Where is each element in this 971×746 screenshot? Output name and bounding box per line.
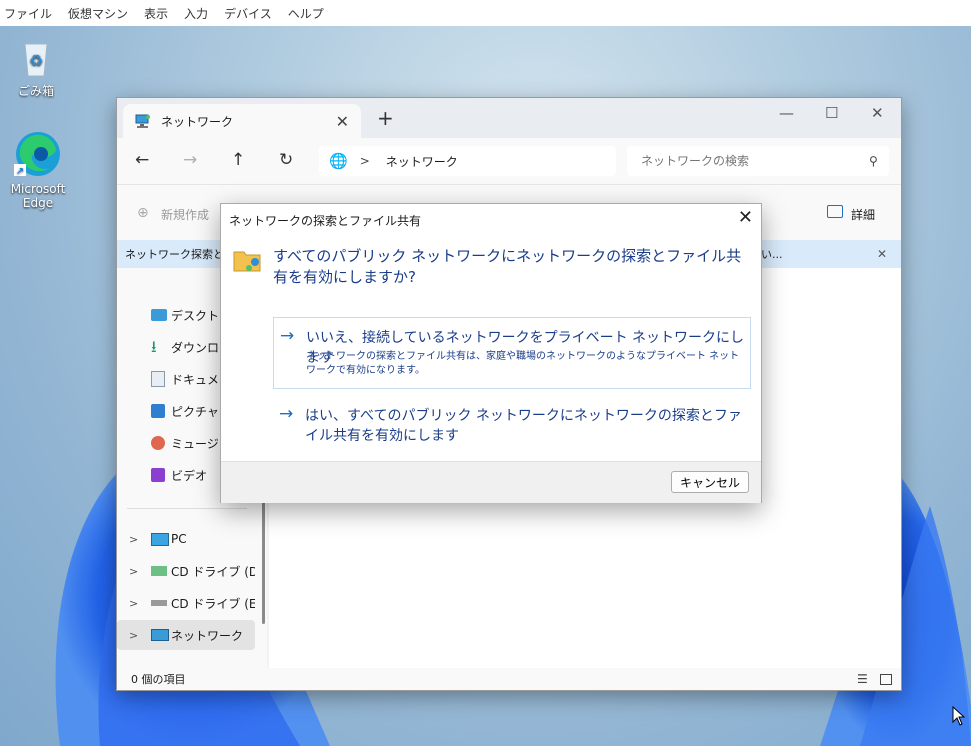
- explorer-titlebar: ネットワーク ✕ + — ☐ ✕: [117, 98, 901, 138]
- explorer-navbar: ← → ↑ ↻ 🌐 > ネットワーク ⚲: [117, 138, 901, 184]
- refresh-button[interactable]: ↻: [279, 150, 293, 170]
- sidebar-item-cd-drive-e[interactable]: > CD ドライブ (E:) 20: [117, 588, 255, 618]
- edge-label: Microsoft Edge: [10, 182, 66, 210]
- network-discovery-dialog: ネットワークの探索とファイル共有 ✕ すべてのパブリック ネットワークにネットワ…: [220, 203, 762, 503]
- svg-text:↗: ↗: [16, 166, 24, 177]
- address-location[interactable]: ネットワーク: [386, 153, 458, 170]
- sidebar-item-label: CD ドライブ (E:) 20: [171, 596, 255, 611]
- sidebar-item-network[interactable]: > ネットワーク: [117, 620, 255, 650]
- address-separator: >: [359, 154, 370, 168]
- network-icon: [135, 113, 151, 129]
- dialog-footer: キャンセル: [221, 461, 761, 503]
- option-private-description: ネットワークの探索とファイル共有は、家庭や職場のネットワークのようなプライベート…: [306, 351, 740, 376]
- globe-icon: 🌐: [329, 152, 348, 170]
- up-button[interactable]: ↑: [231, 150, 245, 170]
- recycle-bin-label: ごみ箱: [17, 84, 54, 98]
- cd-drive-icon: [151, 566, 167, 576]
- desktop-icon-edge[interactable]: ↗ Microsoft Edge: [0, 130, 80, 210]
- option-enable-public[interactable]: → はい、すべてのパブリック ネットワークにネットワークの探索とファイル共有を有…: [273, 396, 749, 452]
- menu-devices[interactable]: デバイス: [216, 5, 280, 22]
- chevron-right-icon: >: [129, 628, 139, 642]
- option-private-network[interactable]: → いいえ、接続しているネットワークをプライベート ネットワークにします ネット…: [273, 317, 751, 389]
- tab-network[interactable]: ネットワーク ✕: [123, 104, 361, 138]
- search-icon: ⚲: [869, 154, 878, 168]
- cancel-button[interactable]: キャンセル: [671, 471, 749, 493]
- tile-view-icon[interactable]: [880, 673, 892, 685]
- pc-icon: [151, 533, 169, 546]
- tab-close-icon[interactable]: ✕: [336, 112, 349, 131]
- recycle-bin-icon: ♻: [19, 38, 53, 78]
- tab-label: ネットワーク: [161, 114, 234, 129]
- svg-text:♻: ♻: [29, 51, 43, 70]
- menu-file[interactable]: ファイル: [0, 5, 60, 22]
- infobar-text-tail: い...: [761, 248, 783, 261]
- search-input[interactable]: [639, 153, 853, 169]
- infobar-text[interactable]: ネットワーク探索とフ: [125, 246, 235, 262]
- infobar-close-icon[interactable]: ✕: [877, 247, 887, 261]
- minimize-button[interactable]: —: [779, 104, 794, 122]
- details-pane-icon: [827, 205, 843, 218]
- sidebar-divider: [127, 508, 247, 509]
- status-bar: 0 個の項目 ☰: [117, 668, 901, 690]
- new-tab-button[interactable]: +: [377, 106, 394, 130]
- pictures-icon: [151, 404, 165, 418]
- item-count: 0 個の項目: [131, 673, 186, 686]
- option-public-heading: はい、すべてのパブリック ネットワークにネットワークの探索とファイル共有を有効に…: [305, 408, 742, 444]
- menu-view[interactable]: 表示: [136, 5, 176, 22]
- arrow-right-icon: →: [279, 404, 294, 424]
- video-icon: [151, 468, 165, 482]
- chevron-right-icon: >: [129, 596, 139, 610]
- music-icon: [151, 436, 165, 450]
- desktop-folder-icon: [151, 309, 167, 321]
- desktop-icon-recycle-bin[interactable]: ♻ ごみ箱: [0, 38, 78, 99]
- vm-menubar: ファイル 仮想マシン 表示 入力 デバイス ヘルプ: [0, 0, 971, 26]
- menu-input[interactable]: 入力: [176, 5, 216, 22]
- search-box[interactable]: ⚲: [627, 146, 889, 176]
- menu-help[interactable]: ヘルプ: [280, 5, 332, 22]
- network-icon: [151, 629, 169, 641]
- forward-button[interactable]: →: [183, 150, 197, 170]
- document-icon: [151, 371, 165, 387]
- maximize-button[interactable]: ☐: [825, 104, 838, 122]
- dialog-question: すべてのパブリック ネットワークにネットワークの探索とファイル共有を有効にします…: [273, 247, 742, 286]
- dialog-close-icon[interactable]: ✕: [738, 207, 753, 228]
- sidebar-item-cd-drive-d[interactable]: > CD ドライブ (D:) C: [117, 556, 255, 586]
- list-view-icon[interactable]: ☰: [857, 672, 868, 686]
- edge-icon: ↗: [14, 130, 62, 178]
- mouse-cursor-icon: [952, 706, 966, 726]
- chevron-right-icon: >: [129, 564, 139, 578]
- details-button[interactable]: 詳細: [851, 206, 875, 223]
- close-window-button[interactable]: ✕: [871, 104, 884, 122]
- address-bar[interactable]: 🌐 > ネットワーク: [319, 146, 616, 176]
- download-icon: ⭳: [151, 337, 157, 356]
- network-folder-icon: [233, 246, 263, 274]
- sidebar-item-label: PC: [171, 532, 187, 546]
- sidebar-item-label: CD ドライブ (D:) C: [171, 564, 255, 579]
- new-item-icon: ⊕: [137, 205, 149, 221]
- dialog-title: ネットワークの探索とファイル共有: [229, 214, 422, 228]
- cd-drive-icon: [151, 600, 167, 606]
- chevron-right-icon: >: [129, 532, 139, 546]
- menu-virtual-machine[interactable]: 仮想マシン: [60, 5, 136, 22]
- arrow-right-icon: →: [280, 326, 295, 346]
- sidebar-item-label: ネットワーク: [171, 628, 244, 643]
- sidebar-item-pc[interactable]: > PC: [117, 524, 255, 554]
- new-item-button[interactable]: 新規作成: [161, 206, 209, 223]
- back-button[interactable]: ←: [135, 150, 149, 170]
